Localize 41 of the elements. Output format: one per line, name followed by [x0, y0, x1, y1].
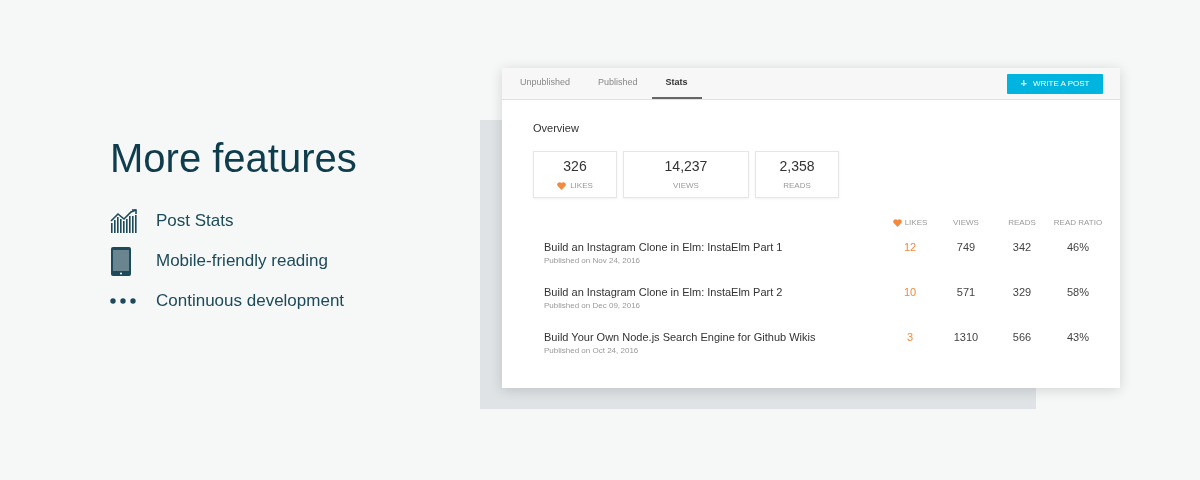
column-header: LIKES: [904, 216, 928, 229]
reads-cell-text: 329: [1011, 284, 1033, 300]
column-header: READS: [1008, 216, 1036, 229]
column-header: VIEWS: [953, 216, 979, 229]
tab[interactable]: Published: [584, 68, 652, 99]
stat-label: LIKES: [570, 180, 593, 192]
views-cell-text: 571: [955, 284, 977, 300]
heart-icon: [557, 182, 567, 190]
views-cell-text: 749: [955, 239, 977, 255]
post-title[interactable]: Build an Instagram Clone in Elm: InstaElm Part 1: [544, 238, 882, 255]
stat-value: 14,237: [664, 157, 708, 176]
reads-cell-text: 342: [1011, 239, 1033, 255]
stat-value: 326: [563, 157, 587, 176]
column-header: READ RATIO: [1053, 216, 1103, 229]
likes-cell-text: 12: [902, 239, 918, 255]
publish-date: Published on Nov 24, 2016: [544, 254, 642, 267]
feature-label: Post Stats: [156, 210, 234, 233]
likes-cell-text: 10: [902, 284, 918, 300]
bar-chart-icon: [110, 209, 138, 233]
publish-date: Published on Oct 24, 2016: [544, 344, 640, 357]
more-dots-icon: [110, 298, 136, 304]
post-title[interactable]: Build Your Own Node.js Search Engine for Github Wikis: [544, 328, 882, 345]
tab[interactable]: Unpublished: [506, 68, 585, 99]
read-ratio-cell-text: 46%: [1066, 239, 1090, 255]
stat-label: READS: [783, 180, 811, 192]
read-ratio-cell-text: 58%: [1066, 284, 1090, 300]
stat-value: 2,358: [779, 157, 815, 176]
tab[interactable]: Stats: [651, 68, 702, 99]
section-heading: More features: [110, 135, 357, 182]
reads-cell-text: 566: [1011, 329, 1033, 345]
stat-label: VIEWS: [673, 180, 699, 192]
tablet-icon: [110, 245, 132, 277]
read-ratio-cell-text: 43%: [1066, 329, 1090, 345]
likes-cell-text: 3: [905, 329, 915, 345]
heart-icon: [892, 218, 902, 227]
views-cell-text: 1310: [952, 329, 980, 345]
overview-title: Overview: [533, 121, 580, 136]
feature-label: Continuous development: [156, 290, 345, 313]
post-title[interactable]: Build an Instagram Clone in Elm: InstaElm Part 2: [544, 283, 882, 300]
publish-date: Published on Dec 09, 2016: [544, 299, 642, 312]
feature-label: Mobile-friendly reading: [156, 250, 328, 273]
